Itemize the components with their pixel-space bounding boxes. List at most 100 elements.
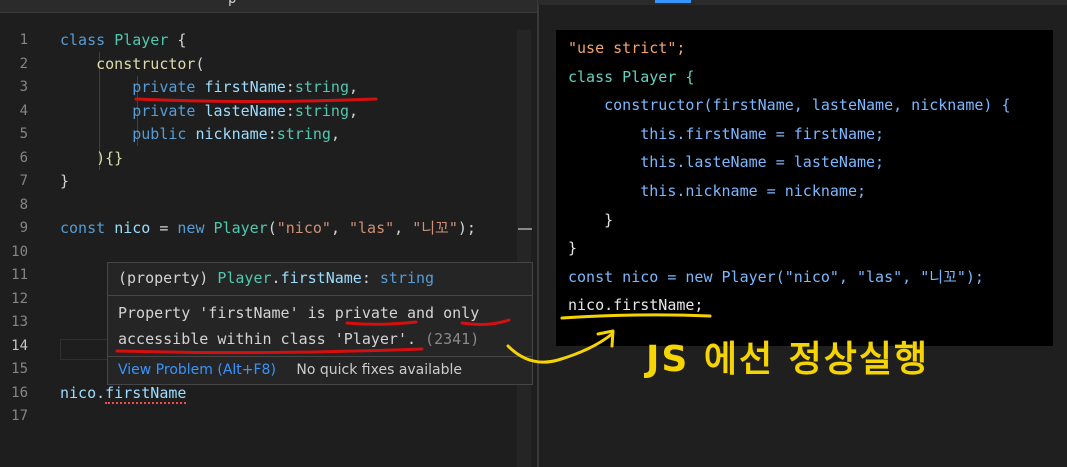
output-line-6: this.nickname = nickname; — [568, 177, 1011, 206]
param-firstname: firstName — [204, 78, 286, 96]
line-number: 15 — [11, 361, 28, 377]
punctuation: { — [168, 31, 187, 49]
line-number: 9 — [19, 220, 28, 236]
editor-tab-strip: p — [0, 0, 537, 13]
hover-divider — [108, 356, 532, 357]
code-line-4: private lasteName:string, — [132, 101, 359, 120]
output-line-8: } — [568, 234, 1011, 263]
code-line-3: private firstName:string, — [132, 78, 359, 96]
hover-message-line-1: Property 'firstName' is private and only — [118, 304, 480, 322]
type-string: string — [294, 78, 349, 96]
no-quick-fixes-label: No quick fixes available — [296, 362, 463, 378]
pane-divider[interactable] — [537, 0, 539, 467]
output-constructor: constructor(firstName, lasteName, nickna… — [568, 96, 1011, 115]
code-line-1: class Player { — [60, 29, 476, 53]
line-number: 17 — [11, 408, 28, 424]
line-number: 12 — [11, 290, 28, 307]
keyword-new: new — [177, 219, 205, 237]
constructor-keyword: constructor — [96, 54, 196, 73]
line-number: 16 — [11, 384, 28, 401]
modifier-public: public — [132, 125, 187, 143]
handwritten-annotation: JS 에선 정상실행 — [646, 339, 930, 380]
punctuation: , — [349, 78, 359, 96]
string-arg: "las" — [349, 219, 395, 237]
line-number: 5 — [19, 126, 28, 142]
line-number: 8 — [19, 196, 28, 213]
type-string: string — [276, 125, 331, 143]
scrollbar-marker — [518, 228, 532, 230]
vertical-scrollbar[interactable] — [517, 30, 531, 467]
punctuation: , — [330, 125, 340, 143]
string-arg: "nico" — [276, 219, 331, 237]
hover-message-line-2: accessible within class 'Player'. — [118, 330, 417, 348]
keyword-const: const — [60, 219, 106, 237]
hover-sig-colon: : — [361, 269, 380, 287]
editor-tab-title[interactable]: p — [228, 0, 236, 7]
punctuation: } — [60, 172, 70, 190]
line-number: 10 — [11, 243, 28, 260]
modifier-private: private — [132, 78, 196, 96]
line-number: 2 — [19, 55, 28, 72]
punctuation: , — [349, 101, 359, 120]
code-line-6: ){} — [60, 147, 476, 171]
keyword-class: class — [60, 31, 106, 49]
output-line-3: constructor(firstName, lasteName, nickna… — [568, 91, 1011, 120]
hover-sig-type: string — [379, 269, 435, 287]
line-number: 7 — [19, 173, 28, 189]
hover-actions: View Problem (Alt+F8) No quick fixes ava… — [118, 362, 462, 378]
output-assign-nickname: this.nickname = nickname; — [568, 181, 867, 200]
output-line-2: class Player { — [568, 63, 1011, 92]
line-number: 1 — [19, 32, 28, 48]
output-assign-lastename: this.lasteName = lasteName; — [568, 153, 885, 172]
hover-error-message: Property 'firstName' is private and only… — [118, 300, 528, 352]
output-class-decl: class Player { — [568, 67, 695, 86]
output-line-5: this.lasteName = lasteName; — [568, 148, 1011, 177]
output-code: "use strict"; class Player { constructor… — [568, 34, 1011, 320]
right-pane-header — [538, 0, 1067, 5]
hover-error-code: (2341) — [425, 330, 480, 348]
variable-nico: nico. — [60, 383, 106, 402]
hover-sig-dot: . — [271, 269, 281, 287]
param-nickname: nickname — [195, 125, 268, 143]
output-line-4: this.firstName = firstName; — [568, 120, 1011, 149]
active-tab-indicator — [655, 0, 691, 3]
operator: = — [150, 219, 178, 237]
output-close-brace: } — [568, 239, 578, 258]
code-line-7: } — [60, 170, 476, 194]
hover-sig-prop: firstName — [280, 269, 362, 287]
punctuation: ( — [195, 54, 205, 73]
param-lastename: lasteName — [204, 101, 286, 120]
hover-divider — [108, 295, 532, 296]
output-line-1: "use strict"; — [568, 34, 1011, 63]
line-number: 14 — [11, 337, 28, 354]
hover-sig-prefix: (property) — [118, 269, 218, 287]
line-number: 6 — [19, 149, 28, 166]
punctuation: ){} — [96, 148, 124, 167]
error-hover-popup: (property) Player.firstName: string Prop… — [107, 262, 533, 385]
code-line-9: const nico = new Player("nico", "las", "… — [60, 219, 476, 237]
modifier-private: private — [132, 101, 196, 120]
output-const-nico: const nico = new Player("nico", "las", "… — [568, 267, 984, 286]
hover-signature: (property) Player.firstName: string — [118, 269, 434, 287]
line-number-gutter: 1 2 3 4 5 6 7 8 9 10 11 12 13 14 15 16 17 — [0, 29, 40, 429]
output-line-9: const nico = new Player("nico", "las", "… — [568, 263, 1011, 292]
code-line-16: nico.firstName — [60, 382, 476, 406]
punctuation: ); — [457, 219, 476, 237]
line-number: 11 — [11, 267, 28, 283]
hover-sig-class: Player — [217, 269, 272, 287]
code-line-5: public nickname:string, — [132, 125, 340, 143]
view-problem-link[interactable]: View Problem (Alt+F8) — [118, 362, 276, 378]
variable-nico: nico — [114, 219, 151, 237]
line-number: 13 — [11, 314, 28, 330]
class-name: Player — [114, 31, 169, 49]
output-close-brace: } — [568, 210, 614, 229]
error-squiggle-firstname[interactable]: firstName — [105, 383, 187, 404]
line-number: 4 — [19, 102, 28, 119]
code-line-2: constructor( — [60, 53, 476, 77]
code-editor[interactable]: p 1234567891011121314151617 class Player… — [0, 0, 537, 467]
output-assign-firstname: this.firstName = firstName; — [568, 124, 885, 143]
compiled-js-output: "use strict"; class Player { constructor… — [556, 30, 1053, 346]
